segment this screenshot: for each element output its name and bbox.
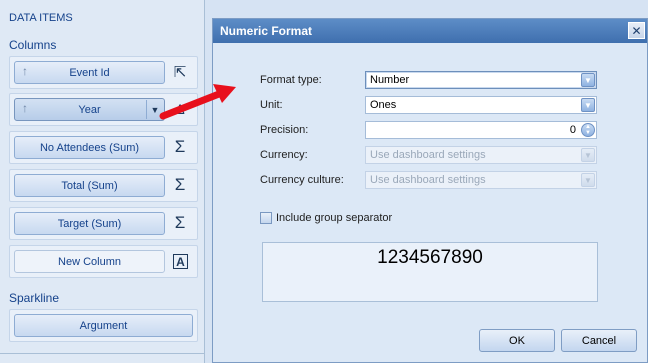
text-a-icon[interactable]: A xyxy=(173,254,188,269)
chevron-down-icon[interactable]: ▼ xyxy=(581,73,595,87)
column-item-total: Total (Sum) Σ xyxy=(9,169,198,202)
convert-icon[interactable]: ⇱ xyxy=(170,62,190,82)
column-item-new-column: New Column A xyxy=(9,245,198,278)
column-button-label: No Attendees (Sum) xyxy=(39,141,140,154)
spin-up-down-icon[interactable]: ▲ ▼ xyxy=(581,123,595,137)
column-button-total[interactable]: Total (Sum) xyxy=(14,174,165,197)
chevron-down-icon[interactable]: ▼ xyxy=(581,98,595,112)
unit-select[interactable]: Ones ▼ xyxy=(365,96,597,114)
precision-spinner[interactable]: 0 ▲ ▼ xyxy=(365,121,597,139)
chevron-down-icon: ▼ xyxy=(581,173,595,187)
currency-select[interactable]: Use dashboard settings ▼ xyxy=(365,146,597,164)
chevron-down-icon[interactable]: ▼ xyxy=(146,100,163,119)
currency-culture-label: Currency culture: xyxy=(260,174,344,186)
panel-divider xyxy=(0,353,205,354)
sparkline-argument-button[interactable]: Argument xyxy=(14,314,193,337)
sort-arrow-icon: ↑ xyxy=(22,64,28,78)
sort-arrow-icon: ↑ xyxy=(22,101,28,115)
cancel-button[interactable]: Cancel xyxy=(561,329,637,352)
delta-icon[interactable]: Δ xyxy=(170,99,190,119)
sigma-icon[interactable]: Σ xyxy=(170,213,190,233)
column-button-label: Event Id xyxy=(69,66,110,79)
sparkline-section-label: Sparkline xyxy=(9,291,60,305)
unit-label: Unit: xyxy=(260,99,283,111)
column-button-label: New Column xyxy=(58,255,121,268)
close-icon[interactable]: ✕ xyxy=(628,22,645,39)
format-preview: 1234567890 xyxy=(262,242,598,302)
group-separator-checkbox[interactable] xyxy=(260,212,272,224)
dialog-title: Numeric Format xyxy=(220,24,313,38)
column-item-target: Target (Sum) Σ xyxy=(9,207,198,240)
column-button-label: Year xyxy=(78,103,101,116)
column-button-label: Total (Sum) xyxy=(61,179,118,192)
column-item-year: ↑ Year ▼ Δ xyxy=(9,93,198,126)
column-item-event-id: ↑ Event Id ⇱ xyxy=(9,56,198,89)
sigma-icon[interactable]: Σ xyxy=(170,175,190,195)
column-button-target[interactable]: Target (Sum) xyxy=(14,212,165,235)
chevron-down-icon: ▼ xyxy=(581,148,595,162)
column-item-no-attendees: No Attendees (Sum) Σ xyxy=(9,131,198,164)
numeric-format-dialog: Numeric Format ✕ Format type: Number ▼ U… xyxy=(212,18,648,363)
column-button-label: Target (Sum) xyxy=(57,217,122,230)
preview-value: 1234567890 xyxy=(377,247,483,268)
group-separator-label: Include group separator xyxy=(276,212,393,224)
dialog-titlebar: Numeric Format xyxy=(213,19,647,43)
column-button-year[interactable]: ↑ Year ▼ xyxy=(14,98,165,121)
format-type-value: Number xyxy=(370,74,410,86)
column-button-event-id[interactable]: ↑ Event Id xyxy=(14,61,165,84)
ok-button[interactable]: OK xyxy=(479,329,555,352)
panel-title: DATA ITEMS xyxy=(9,12,73,24)
sigma-icon[interactable]: Σ xyxy=(170,137,190,157)
currency-culture-value: Use dashboard settings xyxy=(370,174,486,186)
sparkline-item: Argument xyxy=(9,309,198,342)
currency-label: Currency: xyxy=(260,149,308,161)
unit-value: Ones xyxy=(370,99,397,111)
precision-label: Precision: xyxy=(260,124,309,136)
precision-value: 0 xyxy=(569,124,576,136)
currency-value: Use dashboard settings xyxy=(370,149,486,161)
data-items-panel: DATA ITEMS Columns ↑ Event Id ⇱ ↑ Year ▼… xyxy=(0,0,205,363)
format-type-select[interactable]: Number ▼ xyxy=(365,71,597,89)
columns-section-label: Columns xyxy=(9,38,57,52)
column-button-new-column[interactable]: New Column xyxy=(14,250,165,273)
column-button-no-attendees[interactable]: No Attendees (Sum) xyxy=(14,136,165,159)
currency-culture-select[interactable]: Use dashboard settings ▼ xyxy=(365,171,597,189)
format-type-label: Format type: xyxy=(260,74,322,86)
group-separator-option[interactable]: Include group separator xyxy=(260,212,392,224)
